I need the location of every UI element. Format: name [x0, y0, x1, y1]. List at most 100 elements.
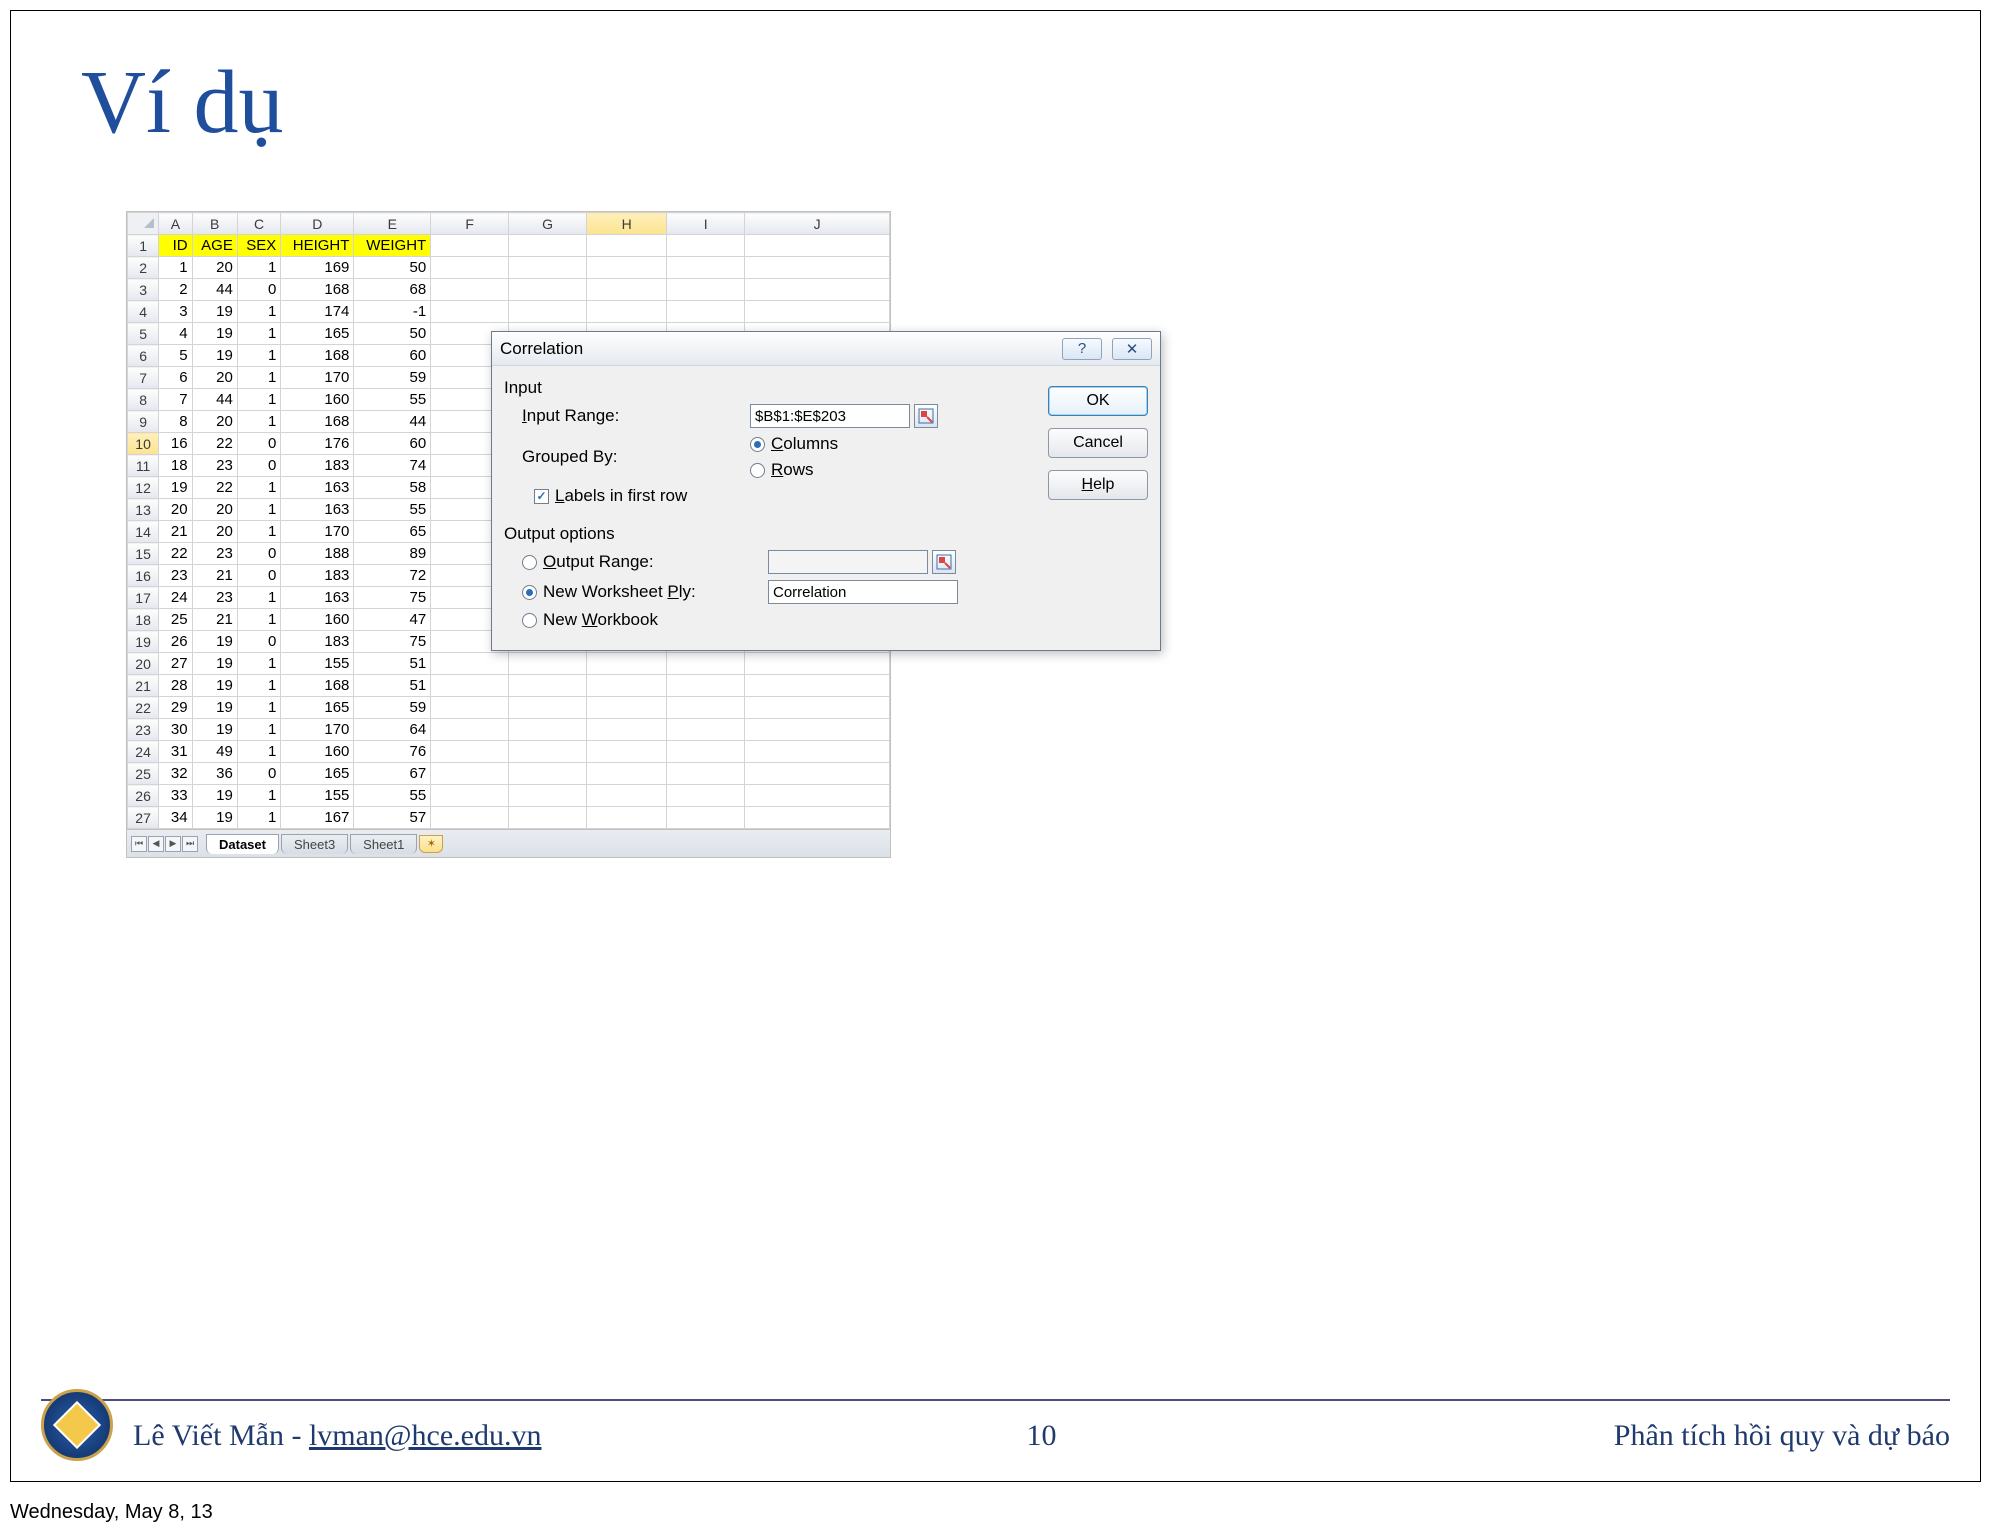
cell[interactable]: 155	[281, 653, 354, 675]
cell[interactable]: 20	[192, 257, 237, 279]
cell[interactable]	[587, 675, 667, 697]
cell[interactable]: 174	[281, 301, 354, 323]
row-header[interactable]: 25	[128, 763, 159, 785]
cell[interactable]: 7	[159, 389, 192, 411]
column-header[interactable]: D	[281, 213, 354, 235]
cell[interactable]: 16	[159, 433, 192, 455]
cell[interactable]: 20	[192, 411, 237, 433]
sheet-tab[interactable]: Sheet1	[350, 834, 417, 854]
cell[interactable]: 33	[159, 785, 192, 807]
cell[interactable]: 160	[281, 609, 354, 631]
cell[interactable]	[745, 697, 890, 719]
cell[interactable]: 28	[159, 675, 192, 697]
cell[interactable]: 22	[192, 477, 237, 499]
cell[interactable]: 1	[237, 499, 280, 521]
cell[interactable]: 1	[237, 587, 280, 609]
cell[interactable]	[587, 279, 667, 301]
range-picker-icon[interactable]	[932, 550, 956, 574]
cell[interactable]: 165	[281, 323, 354, 345]
cell[interactable]: 1	[237, 719, 280, 741]
cell[interactable]	[587, 741, 667, 763]
cell[interactable]: 19	[192, 807, 237, 829]
cell[interactable]: 51	[354, 675, 431, 697]
cell[interactable]: 59	[354, 697, 431, 719]
labels-first-row-checkbox[interactable]: Labels in first row	[534, 486, 687, 506]
cell[interactable]	[745, 235, 890, 257]
cell[interactable]: 76	[354, 741, 431, 763]
new-worksheet-ply-radio[interactable]: New Worksheet Ply:	[522, 582, 760, 602]
cell[interactable]: 21	[192, 609, 237, 631]
cell[interactable]: 1	[237, 345, 280, 367]
cell[interactable]: 6	[159, 367, 192, 389]
cell[interactable]: 4	[159, 323, 192, 345]
column-header[interactable]: E	[354, 213, 431, 235]
cell[interactable]: 27	[159, 653, 192, 675]
cell[interactable]: 3	[159, 301, 192, 323]
row-header[interactable]: 21	[128, 675, 159, 697]
nav-next-icon[interactable]: ▶	[165, 836, 181, 852]
range-picker-icon[interactable]	[914, 404, 938, 428]
cell[interactable]: 183	[281, 631, 354, 653]
row-header[interactable]: 10	[128, 433, 159, 455]
new-worksheet-name-field[interactable]: Correlation	[768, 580, 958, 604]
cell[interactable]	[745, 279, 890, 301]
nav-first-icon[interactable]: ⏮	[131, 836, 147, 852]
cell[interactable]: 0	[237, 433, 280, 455]
cell[interactable]	[587, 807, 667, 829]
cell[interactable]: 188	[281, 543, 354, 565]
cell[interactable]: 170	[281, 719, 354, 741]
cell[interactable]: 20	[192, 367, 237, 389]
cell[interactable]: 19	[192, 653, 237, 675]
output-range-radio[interactable]: Output Range:	[522, 552, 760, 572]
cell[interactable]: 163	[281, 587, 354, 609]
cell[interactable]	[745, 763, 890, 785]
cell[interactable]: 0	[237, 631, 280, 653]
cell[interactable]: 44	[192, 279, 237, 301]
cell[interactable]	[431, 279, 509, 301]
cell[interactable]: 165	[281, 763, 354, 785]
row-header[interactable]: 5	[128, 323, 159, 345]
cell[interactable]	[587, 697, 667, 719]
cell[interactable]: 163	[281, 477, 354, 499]
row-header[interactable]: 2	[128, 257, 159, 279]
help-icon[interactable]: ?	[1062, 338, 1102, 360]
cell[interactable]: 72	[354, 565, 431, 587]
cell[interactable]: 1	[237, 411, 280, 433]
cell[interactable]: 22	[159, 543, 192, 565]
cell[interactable]	[431, 257, 509, 279]
cell[interactable]	[509, 763, 587, 785]
cell[interactable]	[667, 675, 745, 697]
cell[interactable]: 18	[159, 455, 192, 477]
row-header[interactable]: 6	[128, 345, 159, 367]
cell[interactable]	[667, 719, 745, 741]
cell[interactable]: 169	[281, 257, 354, 279]
cell[interactable]: 19	[192, 719, 237, 741]
cell[interactable]	[667, 653, 745, 675]
row-header[interactable]: 13	[128, 499, 159, 521]
cell[interactable]: 31	[159, 741, 192, 763]
row-header[interactable]: 22	[128, 697, 159, 719]
cell[interactable]	[431, 675, 509, 697]
sheet-tab-active[interactable]: Dataset	[206, 834, 279, 854]
cell[interactable]: 21	[159, 521, 192, 543]
cell[interactable]	[509, 697, 587, 719]
cell[interactable]: 89	[354, 543, 431, 565]
cell[interactable]	[509, 653, 587, 675]
cell[interactable]	[509, 719, 587, 741]
cell[interactable]: 55	[354, 499, 431, 521]
row-header[interactable]: 9	[128, 411, 159, 433]
cell[interactable]: 155	[281, 785, 354, 807]
cell[interactable]: 183	[281, 455, 354, 477]
cell[interactable]	[745, 719, 890, 741]
output-range-field[interactable]	[768, 550, 928, 574]
cell[interactable]	[745, 741, 890, 763]
cell[interactable]	[431, 785, 509, 807]
cell[interactable]	[509, 741, 587, 763]
cell[interactable]: 19	[192, 697, 237, 719]
cell[interactable]: 0	[237, 279, 280, 301]
cell[interactable]	[509, 785, 587, 807]
cell[interactable]: 183	[281, 565, 354, 587]
cell[interactable]: 23	[159, 565, 192, 587]
cell[interactable]	[431, 235, 509, 257]
cell[interactable]: 168	[281, 345, 354, 367]
